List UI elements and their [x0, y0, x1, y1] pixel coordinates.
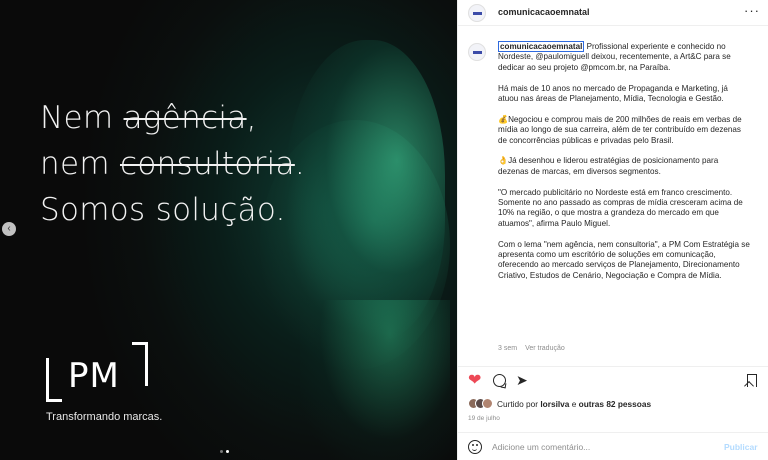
caption-paragraph-2: Há mais de 10 anos no mercado de Propaga… [498, 83, 728, 104]
headline-line-2: nem consultoria. [40, 146, 305, 182]
strikethrough-word: agência [123, 100, 247, 136]
caption-paragraph-1: comunicacaoemnatal Profissional experien… [498, 41, 731, 72]
comment-input[interactable] [492, 442, 712, 452]
caption-paragraph-3: 💰Negociou e comprou mais de 200 milhões … [498, 114, 742, 145]
likes-others[interactable]: outras 82 pessoas [579, 399, 651, 409]
liker-avatar [482, 398, 493, 409]
logo-text: PM [68, 356, 120, 396]
face-silhouette [285, 40, 445, 340]
pm-logo: PM [46, 342, 150, 412]
neck-silhouette [300, 300, 450, 460]
post-time-ago: 3 sem [498, 345, 518, 352]
logo-bracket-left [46, 358, 62, 402]
avatar[interactable] [468, 4, 486, 22]
headline-line-1: Nem agência, [40, 100, 257, 136]
caption-avatar[interactable] [468, 43, 486, 61]
post-panel: comunicacaoemnatal ··· comunicacaoemnata… [457, 0, 768, 460]
headline-line-3: Somos solução. [40, 192, 286, 228]
post-media[interactable]: Nem agência, nem consultoria. Somos solu… [0, 0, 457, 460]
more-horizontal-icon[interactable]: ··· [744, 3, 760, 18]
logo-tagline: Transformando marcas. [46, 411, 163, 423]
post-header: comunicacaoemnatal ··· [458, 0, 768, 26]
emoji-icon[interactable] [468, 440, 482, 454]
media-headline: Nem agência, nem consultoria. Somos solu… [40, 95, 305, 233]
share-icon[interactable]: ➤ [516, 372, 528, 388]
carousel-dot-active[interactable] [226, 450, 229, 453]
carousel-dot[interactable] [220, 450, 223, 453]
chevron-left-icon[interactable]: ‹ [2, 222, 16, 236]
publish-button[interactable]: Publicar [724, 442, 758, 452]
caption-username[interactable]: comunicacaoemnatal [498, 41, 585, 52]
caption-paragraph-4: 👌Já desenhou e liderou estratégias de po… [498, 156, 719, 176]
liker-username[interactable]: lorsilva [540, 399, 569, 409]
post-actions: ❤ ➤ [458, 366, 768, 394]
caption-paragraph-6: Com o lema "nem agência, nem consultoria… [498, 239, 750, 280]
header-username[interactable]: comunicacaoemnatal [498, 7, 590, 17]
comment-icon[interactable] [493, 374, 506, 387]
strikethrough-word: consultoria [119, 146, 295, 182]
add-comment-bar: Publicar [458, 432, 768, 460]
carousel-dots [220, 450, 229, 453]
likes-summary[interactable]: Curtido por lorsilva e outras 82 pessoas [468, 398, 651, 409]
translate-link[interactable]: Ver tradução [525, 345, 565, 352]
heart-filled-icon[interactable]: ❤ [468, 373, 481, 389]
bookmark-icon[interactable] [747, 374, 757, 387]
post-date: 19 de julho [468, 415, 500, 422]
caption-paragraph-5: "O mercado publicitário no Nordeste está… [498, 187, 743, 228]
caption-meta: 3 sem Ver tradução [498, 345, 565, 352]
likes-text: Curtido por lorsilva e outras 82 pessoas [497, 398, 652, 409]
logo-bracket-right [132, 342, 148, 386]
post-caption: comunicacaoemnatal Profissional experien… [498, 41, 750, 292]
